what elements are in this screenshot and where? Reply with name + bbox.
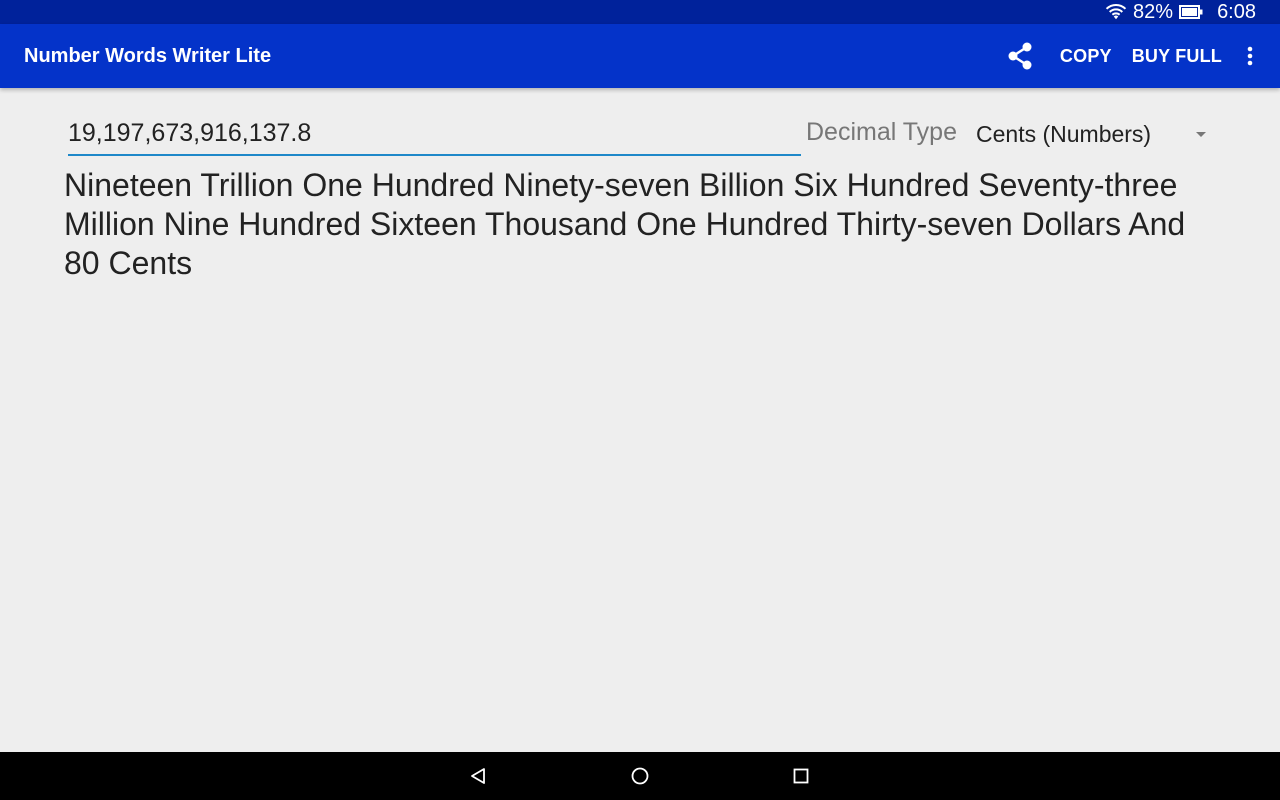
wifi-icon <box>1105 4 1127 20</box>
home-icon <box>631 767 649 785</box>
more-vert-icon <box>1247 46 1253 66</box>
copy-button[interactable]: COPY <box>1052 46 1120 67</box>
back-button[interactable] <box>448 752 508 800</box>
number-input[interactable] <box>68 112 801 156</box>
buy-full-button[interactable]: BUY FULL <box>1124 46 1230 67</box>
overflow-menu-button[interactable] <box>1230 32 1270 80</box>
recents-button[interactable] <box>771 752 831 800</box>
number-words-result: Nineteen Trillion One Hundred Ninety-sev… <box>64 167 1186 281</box>
home-button[interactable] <box>610 752 670 800</box>
status-bar: 82% 6:08 <box>0 0 1280 24</box>
dropdown-arrow-icon <box>1196 131 1206 137</box>
status-time: 6:08 <box>1217 0 1256 23</box>
battery-percent: 82% <box>1133 0 1174 23</box>
back-icon <box>471 768 485 784</box>
decimal-type-value: Cents (Numbers) <box>976 120 1152 147</box>
battery-icon <box>1179 5 1203 19</box>
decimal-type-label: Decimal Type <box>806 118 957 146</box>
share-button[interactable] <box>996 32 1044 80</box>
share-icon <box>1008 42 1032 70</box>
recents-icon <box>793 768 809 784</box>
decimal-type-dropdown[interactable]: Cents (Numbers) <box>976 112 1224 156</box>
app-title: Number Words Writer Lite <box>24 44 272 67</box>
navigation-bar <box>0 752 1280 800</box>
app-bar: Number Words Writer Lite COPY BUY FULL <box>0 24 1280 88</box>
